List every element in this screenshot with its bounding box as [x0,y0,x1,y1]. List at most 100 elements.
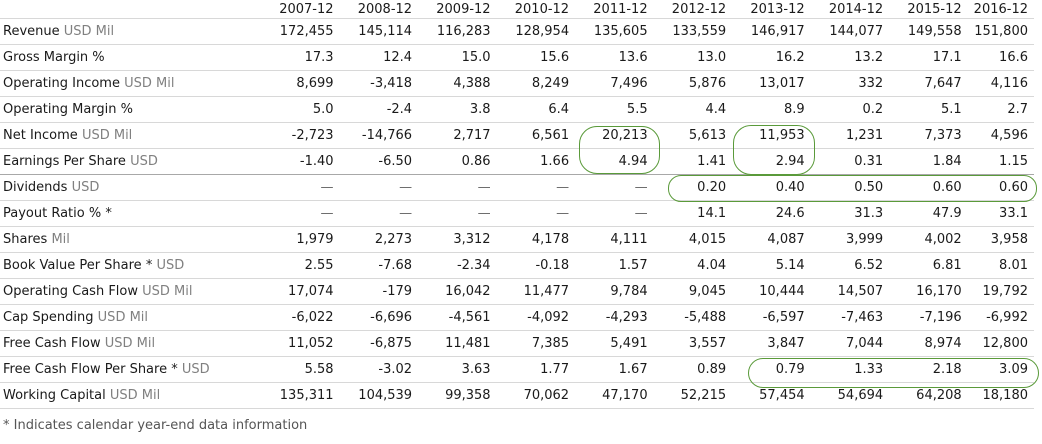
table-cell: 0.2 [810,96,890,123]
table-cell: -7.68 [339,252,419,279]
table-row: Shares Mil 1,979 2,273 3,312 4,178 4,111 4,015… [0,226,1034,253]
metric-label: Shares Mil [0,226,276,253]
table-cell: 8,249 [496,70,576,97]
table-cell: 99,358 [418,382,497,409]
table-row: Operating Margin % 5.0 -2.4 3.8 6.4 5.5 4.4 8.9… [0,96,1034,123]
table-cell: 0.60 [889,174,968,201]
metric-label: Free Cash Flow USD Mil [0,330,276,357]
table-cell: 7,385 [496,330,576,357]
metric-label: Net Income USD Mil [0,122,276,149]
table-cell: 16,042 [418,278,497,305]
metric-label: Operating Cash Flow USD Mil [0,278,276,305]
table-cell: 0.40 [732,174,811,201]
metric-name: Payout Ratio % * [3,206,112,221]
table-cell: 0.79 [732,356,811,383]
table-cell: 3,847 [732,330,811,357]
table-cell: 64,208 [889,382,968,409]
table-cell: — [418,174,497,201]
table-cell: -3,418 [339,70,419,97]
header-row: 2007-12 2008-12 2009-12 2010-12 2011-12 … [0,0,1034,19]
table-cell: -6,696 [339,304,419,331]
metric-name: Net Income [3,128,78,143]
metric-unit: USD Mil [124,76,175,91]
table-cell: 8,974 [889,330,968,357]
table-cell: 0.86 [418,148,497,175]
table-cell: -7,196 [889,304,968,331]
table-cell: 4.94 [575,148,654,175]
metric-label: Free Cash Flow Per Share * USD [0,356,276,383]
metric-label: Payout Ratio % * [0,200,276,227]
table-cell: 4,002 [889,226,968,253]
table-cell: 24.6 [732,200,811,227]
metric-unit: USD Mil [109,388,161,403]
table-cell: 20,213 [575,122,654,149]
table-cell: — [339,200,419,227]
metric-unit: Mil [51,232,70,247]
table-cell: 3,557 [653,330,733,357]
table-cell: 6.4 [496,96,576,123]
financials-table: 2007-12 2008-12 2009-12 2010-12 2011-12 … [0,0,1034,409]
table-cell: 5.5 [575,96,654,123]
table-cell: -179 [339,278,419,305]
table-cell: 6.81 [889,252,968,279]
table-cell: 11,481 [418,330,497,357]
table-cell: 31.3 [810,200,890,227]
table-cell: 11,052 [275,330,340,357]
table-cell: 4,388 [418,70,497,97]
metric-name: Dividends [3,180,68,195]
table-cell: 3.8 [418,96,497,123]
table-cell: 2.55 [275,252,340,279]
metric-name: Free Cash Flow [3,336,101,351]
table-cell: 8.9 [732,96,811,123]
table-cell: -6,875 [339,330,419,357]
table-cell: 145,114 [339,18,419,45]
year-header: 2013-12 [750,1,805,17]
metric-label: Earnings Per Share USD [0,148,276,175]
table-cell: -14,766 [339,122,419,149]
table-cell: 19,792 [967,278,1034,305]
table-cell: 128,954 [496,18,576,45]
table-cell: — [418,200,497,227]
metric-unit: USD Mil [63,24,115,39]
table-cell: 172,455 [275,18,340,45]
table-cell: 6,561 [496,122,576,149]
table-cell: 149,558 [889,18,968,45]
table-row: Gross Margin % 17.3 12.4 15.0 15.6 13.6 13.0 16… [0,44,1034,71]
table-cell: -6,992 [967,304,1034,331]
table-cell: 7,496 [575,70,654,97]
table-cell: 7,044 [810,330,890,357]
table-row: Earnings Per Share USD -1.40 -6.50 0.86 1.66… [0,148,1034,175]
table-cell: 1.84 [889,148,968,175]
metric-unit: USD Mil [104,336,156,351]
year-header: 2008-12 [357,1,413,17]
table-cell: 10,444 [732,278,811,305]
table-cell: 47.9 [889,200,968,227]
table-cell: 5.14 [732,252,811,279]
table-row: Revenue USD Mil 172,455 145,114 116,283 128,… [0,18,1034,45]
table-cell: 3.63 [418,356,497,383]
year-header: 2016-12 [973,1,1028,17]
metric-label: Gross Margin % [0,44,276,71]
table-row: Cap Spending USD Mil -6,022 -6,696 -4,561 -4… [0,304,1034,331]
table-row: Working Capital USD Mil 135,311 104,539 99,… [0,382,1034,409]
table-cell: 0.20 [653,174,733,201]
table-cell: 70,062 [496,382,576,409]
table-cell: 4.4 [653,96,733,123]
table-cell: 47,170 [575,382,654,409]
metric-unit: USD Mil [142,284,193,299]
metric-name: Operating Cash Flow [3,284,138,299]
metric-label: Dividends USD [0,174,276,201]
table-row: Book Value Per Share * USD 2.55 -7.68 -2.34… [0,252,1034,279]
table-cell: 16.6 [967,44,1034,71]
table-cell: 133,559 [653,18,733,45]
metric-name: Revenue [3,24,60,39]
table-cell: 144,077 [810,18,890,45]
metric-name: Earnings Per Share [3,154,126,169]
table-cell: 3,958 [967,226,1034,253]
table-cell: 15.0 [418,44,497,71]
metric-unit: USD Mil [81,128,133,143]
table-cell: 104,539 [339,382,419,409]
table-cell: 1,979 [275,226,340,253]
metric-label: Revenue USD Mil [0,18,276,45]
table-cell: 1.15 [967,148,1034,175]
